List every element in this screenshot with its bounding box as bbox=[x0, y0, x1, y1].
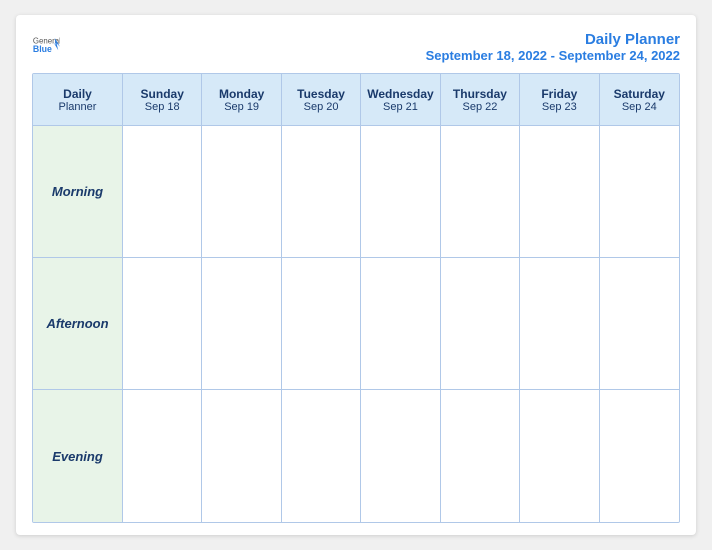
generalblue-logo-icon: General Blue bbox=[32, 31, 60, 59]
row-label-cell: Morning bbox=[33, 126, 123, 258]
col-day-name: Monday bbox=[219, 87, 264, 101]
col-day-name: Wednesday bbox=[367, 87, 433, 101]
data-cell[interactable] bbox=[202, 126, 281, 258]
header-label-cell: DailyPlanner bbox=[33, 74, 123, 126]
data-cell[interactable] bbox=[202, 258, 281, 390]
col-day-date: Sep 24 bbox=[622, 101, 657, 113]
data-cell[interactable] bbox=[600, 126, 679, 258]
data-cell[interactable] bbox=[361, 126, 440, 258]
data-cell[interactable] bbox=[600, 390, 679, 522]
data-cell[interactable] bbox=[600, 258, 679, 390]
col-day-name: Sunday bbox=[141, 87, 184, 101]
col-day-name: Thursday bbox=[453, 87, 507, 101]
col-day-name: Tuesday bbox=[297, 87, 345, 101]
planner-container: General Blue Daily Planner September 18,… bbox=[16, 15, 696, 535]
header-day-cell: TuesdaySep 20 bbox=[282, 74, 361, 126]
title-area: Daily Planner September 18, 2022 - Septe… bbox=[426, 31, 680, 63]
data-cell[interactable] bbox=[123, 258, 202, 390]
header-day-cell: ThursdaySep 22 bbox=[441, 74, 520, 126]
data-cell[interactable] bbox=[441, 126, 520, 258]
header-area: General Blue Daily Planner September 18,… bbox=[32, 31, 680, 63]
header-day-cell: SaturdaySep 24 bbox=[600, 74, 679, 126]
logo-area: General Blue bbox=[32, 31, 60, 59]
col-day-date: Sep 19 bbox=[224, 101, 259, 113]
header-day-cell: MondaySep 19 bbox=[202, 74, 281, 126]
col-day-name: Daily bbox=[63, 87, 92, 101]
data-cell[interactable] bbox=[520, 258, 599, 390]
col-day-name: Saturday bbox=[614, 87, 665, 101]
data-cell[interactable] bbox=[520, 390, 599, 522]
planner-title: Daily Planner bbox=[426, 31, 680, 48]
row-label-text: Morning bbox=[52, 184, 103, 199]
planner-date-range: September 18, 2022 - September 24, 2022 bbox=[426, 48, 680, 63]
data-cell[interactable] bbox=[123, 126, 202, 258]
data-cell[interactable] bbox=[441, 390, 520, 522]
data-cell[interactable] bbox=[282, 126, 361, 258]
data-cell[interactable] bbox=[282, 258, 361, 390]
data-cell[interactable] bbox=[361, 258, 440, 390]
svg-text:Blue: Blue bbox=[33, 44, 52, 54]
col-day-date: Sep 23 bbox=[542, 101, 577, 113]
header-day-cell: FridaySep 23 bbox=[520, 74, 599, 126]
data-cell[interactable] bbox=[361, 390, 440, 522]
col-day-date: Sep 18 bbox=[145, 101, 180, 113]
col-day-date: Sep 20 bbox=[304, 101, 339, 113]
row-label-cell: Afternoon bbox=[33, 258, 123, 390]
col-day-name: Friday bbox=[541, 87, 577, 101]
col-day-date: Planner bbox=[59, 101, 97, 113]
row-label-text: Afternoon bbox=[46, 316, 108, 331]
data-cell[interactable] bbox=[282, 390, 361, 522]
data-cell[interactable] bbox=[123, 390, 202, 522]
row-label-cell: Evening bbox=[33, 390, 123, 522]
row-label-text: Evening bbox=[52, 449, 103, 464]
data-cell[interactable] bbox=[520, 126, 599, 258]
data-cell[interactable] bbox=[441, 258, 520, 390]
data-cell[interactable] bbox=[202, 390, 281, 522]
header-day-cell: SundaySep 18 bbox=[123, 74, 202, 126]
col-day-date: Sep 22 bbox=[462, 101, 497, 113]
planner-grid-wrapper: DailyPlannerSundaySep 18MondaySep 19Tues… bbox=[32, 73, 680, 523]
col-day-date: Sep 21 bbox=[383, 101, 418, 113]
header-day-cell: WednesdaySep 21 bbox=[361, 74, 440, 126]
planner-grid: DailyPlannerSundaySep 18MondaySep 19Tues… bbox=[33, 74, 679, 522]
